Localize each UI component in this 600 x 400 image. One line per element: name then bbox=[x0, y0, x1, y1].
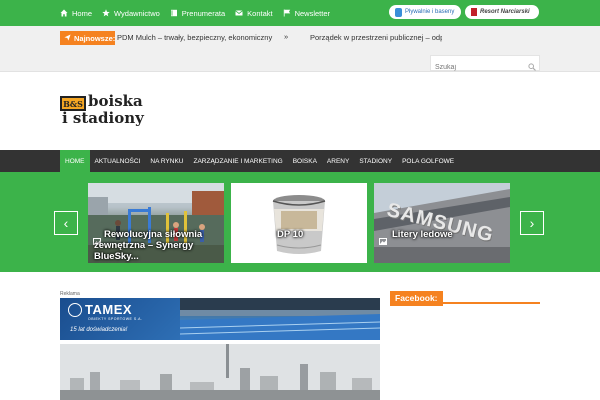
main-nav-stadiony[interactable]: STADIONY bbox=[354, 150, 397, 172]
top-bar: Home Wydawnictwo Prenumerata Kontakt New… bbox=[0, 0, 600, 26]
ticker-item[interactable]: Porządek w przestrzeni publicznej – odpo bbox=[310, 33, 442, 42]
top-nav-prenumerata-label: Prenumerata bbox=[181, 8, 226, 18]
slider-caption-2: DP 10 bbox=[277, 229, 304, 240]
slider-caption-3: Litery ledowe bbox=[392, 229, 453, 240]
facebook-title: Facebook: bbox=[390, 291, 443, 306]
tamex-logo: TAMEX bbox=[68, 302, 132, 317]
slider-caption-1b: zewnętrzna – Synergy bbox=[94, 240, 194, 251]
ticker-label-text: Najnowsze: bbox=[74, 33, 116, 43]
main-nav-home[interactable]: HOME bbox=[60, 150, 90, 172]
search-box bbox=[430, 55, 540, 75]
slider-next-button[interactable]: › bbox=[520, 211, 544, 235]
slider-prev-button[interactable]: ‹ bbox=[54, 211, 78, 235]
main-nav-zarzadzanie[interactable]: ZARZĄDZANIE I MARKETING bbox=[189, 150, 288, 172]
main-nav-aktualnosci[interactable]: AKTUALNOŚCI bbox=[90, 150, 146, 172]
top-nav-newsletter[interactable]: Newsletter bbox=[283, 9, 330, 18]
envelope-icon bbox=[235, 9, 243, 17]
top-nav-wydawnictwo[interactable]: Wydawnictwo bbox=[102, 9, 160, 18]
resort-logo-icon bbox=[471, 8, 477, 16]
top-nav-kontakt-label: Kontakt bbox=[247, 8, 273, 18]
tamex-subtitle: OBIEKTY SPORTOWE S.A. bbox=[88, 317, 143, 321]
paper-plane-icon bbox=[64, 33, 71, 43]
featured-slider: ‹ Rewolucyjna siłownia zewnętrzna – Syne… bbox=[0, 172, 600, 272]
globe-icon bbox=[68, 302, 82, 317]
stadium-image bbox=[179, 298, 380, 340]
top-nav-newsletter-label: Newsletter bbox=[294, 8, 331, 18]
tamex-tagline: 15 lat doświadczenia! bbox=[70, 327, 128, 333]
search-icon[interactable] bbox=[528, 58, 536, 71]
image-icon bbox=[379, 232, 387, 250]
slider-item[interactable]: SAMSUNG Litery ledowe bbox=[374, 183, 510, 263]
top-nav-kontakt[interactable]: Kontakt bbox=[235, 8, 273, 18]
search-input[interactable] bbox=[431, 60, 523, 75]
slider-caption-1c: BlueSky... bbox=[94, 251, 139, 262]
main-nav-na-rynku[interactable]: NA RYNKU bbox=[145, 150, 188, 172]
bucket-product-image bbox=[272, 195, 326, 254]
article-image-city[interactable] bbox=[60, 344, 380, 400]
top-nav-wydawnictwo-label: Wydawnictwo bbox=[114, 8, 160, 18]
main-nav-pola-golfowe[interactable]: POLA GOLFOWE bbox=[397, 150, 459, 172]
logo-line-1: boiska bbox=[88, 92, 143, 110]
ticker-label: Najnowsze: bbox=[60, 31, 115, 45]
plywalnie-logo-icon bbox=[395, 7, 402, 17]
partner-link-resort-label: Resort Narciarski bbox=[480, 9, 530, 15]
main-nav: HOME AKTUALNOŚCI NA RYNKU ZARZĄDZANIE I … bbox=[0, 150, 600, 172]
home-icon bbox=[60, 9, 68, 17]
ticker-item[interactable]: PDM Mulch – trwały, bezpieczny, ekonomic… bbox=[117, 33, 277, 42]
slider-item[interactable]: DP 10 bbox=[231, 183, 367, 263]
star-icon bbox=[102, 9, 110, 17]
top-nav-home[interactable]: Home bbox=[60, 9, 92, 18]
flag-icon bbox=[283, 9, 291, 17]
partner-link-plywalnie[interactable]: Pływalnie i baseny bbox=[389, 5, 461, 19]
logo-line-2: i stadiony bbox=[62, 109, 144, 127]
site-logo[interactable]: B&S boiska i stadiony bbox=[60, 92, 160, 130]
main-nav-areny[interactable]: ARENY bbox=[322, 150, 354, 172]
partner-link-resort[interactable]: Resort Narciarski bbox=[465, 5, 539, 19]
ticker-separator: » bbox=[284, 32, 289, 41]
partner-link-plywalnie-label: Pływalnie i baseny bbox=[405, 9, 455, 15]
ad-label: Reklama bbox=[60, 291, 80, 297]
top-nav-home-label: Home bbox=[72, 8, 93, 18]
main-nav-boiska[interactable]: BOISKA bbox=[288, 150, 322, 172]
facebook-widget-header: Facebook: bbox=[390, 288, 540, 306]
top-nav: Home Wydawnictwo Prenumerata Kontakt New… bbox=[60, 0, 340, 26]
book-icon bbox=[170, 9, 178, 17]
tamex-brand: TAMEX bbox=[85, 302, 133, 317]
ad-background: TAMEX OBIEKTY SPORTOWE S.A. 15 lat doświ… bbox=[60, 298, 180, 340]
tamex-ad-banner[interactable]: TAMEX OBIEKTY SPORTOWE S.A. 15 lat doświ… bbox=[60, 298, 380, 340]
top-nav-prenumerata[interactable]: Prenumerata bbox=[170, 9, 225, 18]
slider-caption-1: Rewolucyjna siłownia bbox=[104, 229, 203, 240]
slider-item[interactable]: Rewolucyjna siłownia zewnętrzna – Synerg… bbox=[88, 183, 224, 263]
